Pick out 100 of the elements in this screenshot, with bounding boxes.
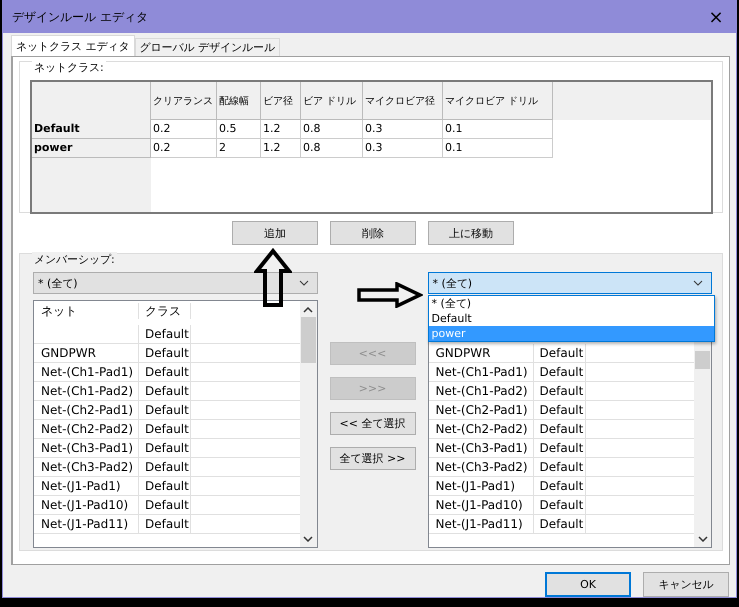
class-name: Default bbox=[145, 403, 189, 417]
column-header: マイクロビア ドリル bbox=[443, 82, 553, 120]
list-row[interactable]: Net-(Ch1-Pad2) Default bbox=[428, 382, 694, 401]
list-row[interactable]: Net-(Ch3-Pad1) Default bbox=[428, 439, 694, 458]
net-name: GNDPWR bbox=[41, 346, 96, 360]
class-name: Default bbox=[145, 365, 189, 379]
filter-dropdown[interactable]: * (全て) bbox=[33, 272, 318, 294]
class-name: Default bbox=[145, 422, 189, 436]
list-row[interactable]: Default bbox=[34, 325, 300, 344]
list-row[interactable]: Net-(J1-Pad11) Default bbox=[428, 515, 694, 534]
net-name: Net-(Ch2-Pad2) bbox=[41, 422, 134, 436]
class-name: Default bbox=[145, 498, 189, 512]
list-row[interactable]: Net-(Ch2-Pad2) Default bbox=[34, 420, 300, 439]
table-cell: 2 bbox=[217, 139, 261, 158]
list-row[interactable]: Net-(Ch1-Pad2) Default bbox=[34, 382, 300, 401]
column-header: クリアランス bbox=[151, 82, 217, 120]
list-row[interactable]: GNDPWR Default bbox=[34, 344, 300, 363]
right-arrow-icon bbox=[357, 282, 423, 308]
net-name: Net-(J1-Pad10) bbox=[41, 498, 128, 512]
list-row[interactable]: GNDPWR Default bbox=[428, 344, 694, 363]
net-name: Net-(J1-Pad1) bbox=[41, 479, 121, 493]
class-name: Default bbox=[540, 365, 584, 379]
class-name: Default bbox=[145, 479, 189, 493]
class-name: Default bbox=[145, 441, 189, 455]
up-arrow-icon bbox=[254, 248, 292, 308]
net-name: Net-(Ch1-Pad1) bbox=[41, 365, 134, 379]
table-cell: 0.2 bbox=[151, 120, 217, 139]
class-name: Default bbox=[540, 346, 584, 360]
class-name: Default bbox=[145, 460, 189, 474]
filter-dropdown[interactable]: * (全て) bbox=[428, 272, 712, 294]
tab[interactable]: ネットクラス エディタ bbox=[11, 35, 134, 56]
list-row[interactable]: Net-(Ch1-Pad1) Default bbox=[34, 363, 300, 382]
dropdown-option[interactable]: * (全て) bbox=[428, 296, 714, 311]
list-row[interactable]: Net-(Ch2-Pad2) Default bbox=[428, 420, 694, 439]
class-name: Default bbox=[145, 517, 189, 531]
action-button[interactable]: 上に移動 bbox=[428, 221, 514, 245]
chevron-down-icon bbox=[698, 536, 708, 542]
chevron-up-icon bbox=[303, 307, 313, 313]
column-header: クラス bbox=[139, 303, 191, 319]
net-name: GNDPWR bbox=[436, 346, 490, 360]
list-row[interactable]: Net-(Ch3-Pad2) Default bbox=[34, 458, 300, 477]
column-header: マイクロビア径 bbox=[363, 82, 443, 120]
net-name: Net-(Ch1-Pad2) bbox=[436, 384, 528, 398]
class-name: Default bbox=[540, 498, 584, 512]
net-name: Net-(Ch1-Pad1) bbox=[436, 365, 528, 379]
class-name: Default bbox=[145, 346, 189, 360]
class-name: Default bbox=[540, 460, 584, 474]
net-name: Net-(Ch3-Pad1) bbox=[41, 441, 134, 455]
tab[interactable]: グローバル デザインルール bbox=[134, 38, 280, 56]
table-cell: 0.8 bbox=[301, 120, 363, 139]
column-header: ビア ドリル bbox=[301, 82, 363, 120]
dialog-button[interactable]: OK bbox=[545, 572, 631, 597]
list-row[interactable]: Net-(Ch2-Pad1) Default bbox=[34, 401, 300, 420]
net-name: Net-(Ch2-Pad1) bbox=[41, 403, 134, 417]
class-name: Default bbox=[540, 422, 584, 436]
table-cell: 0.1 bbox=[443, 120, 553, 139]
list-row[interactable]: Net-(Ch3-Pad2) Default bbox=[428, 458, 694, 477]
scrollbar-thumb[interactable] bbox=[300, 317, 316, 363]
table-cell: 0.1 bbox=[443, 139, 553, 158]
group-label: メンバーシップ: bbox=[32, 252, 117, 267]
column-header: ビア径 bbox=[261, 82, 301, 120]
column-header: ネット bbox=[34, 303, 139, 319]
action-button[interactable]: 削除 bbox=[330, 221, 416, 245]
scrollbar[interactable] bbox=[300, 301, 316, 547]
dialog-button[interactable]: キャンセル bbox=[643, 572, 729, 597]
chevron-down-icon bbox=[693, 280, 703, 286]
list-row[interactable]: Net-(J1-Pad11) Default bbox=[34, 515, 300, 534]
move-button[interactable]: << 全て選択 bbox=[330, 412, 416, 435]
net-name: Net-(Ch3-Pad2) bbox=[41, 460, 134, 474]
class-name: Default bbox=[540, 441, 584, 455]
scrollbar-thumb[interactable] bbox=[695, 351, 710, 369]
list-row[interactable]: Net-(J1-Pad10) Default bbox=[34, 496, 300, 515]
row-header: power bbox=[32, 139, 151, 158]
list-row[interactable]: Net-(J1-Pad1) Default bbox=[428, 477, 694, 496]
class-name: Default bbox=[540, 403, 584, 417]
net-name: Net-(Ch3-Pad1) bbox=[436, 441, 528, 455]
table-cell: 0.5 bbox=[217, 120, 261, 139]
dropdown-option[interactable]: Default bbox=[428, 311, 714, 326]
net-name: Net-(J1-Pad1) bbox=[436, 479, 516, 493]
list-row[interactable]: Net-(Ch3-Pad1) Default bbox=[34, 439, 300, 458]
net-name: Net-(Ch2-Pad1) bbox=[436, 403, 528, 417]
net-name: Net-(Ch1-Pad2) bbox=[41, 384, 134, 398]
chevron-down-icon bbox=[303, 536, 313, 542]
list-row[interactable]: Net-(Ch1-Pad1) Default bbox=[428, 363, 694, 382]
move-button[interactable]: 全て選択 >> bbox=[330, 447, 416, 470]
list-row[interactable]: Net-(Ch2-Pad1) Default bbox=[428, 401, 694, 420]
net-name: Net-(J1-Pad11) bbox=[41, 517, 128, 531]
list-row[interactable]: Net-(J1-Pad10) Default bbox=[428, 496, 694, 515]
table-cell: 0.2 bbox=[151, 139, 217, 158]
net-name: Net-(J1-Pad11) bbox=[436, 517, 523, 531]
chevron-down-icon bbox=[298, 280, 308, 286]
net-name: Net-(J1-Pad10) bbox=[436, 498, 523, 512]
action-button[interactable]: 追加 bbox=[232, 221, 318, 245]
table-cell: 0.3 bbox=[363, 120, 443, 139]
class-name: Default bbox=[540, 517, 584, 531]
list-row[interactable]: Net-(J1-Pad1) Default bbox=[34, 477, 300, 496]
table-cell: 0.3 bbox=[363, 139, 443, 158]
group-label: ネットクラス: bbox=[32, 60, 106, 75]
close-button[interactable]: × bbox=[696, 1, 736, 33]
column-header: 配線幅 bbox=[217, 82, 261, 120]
